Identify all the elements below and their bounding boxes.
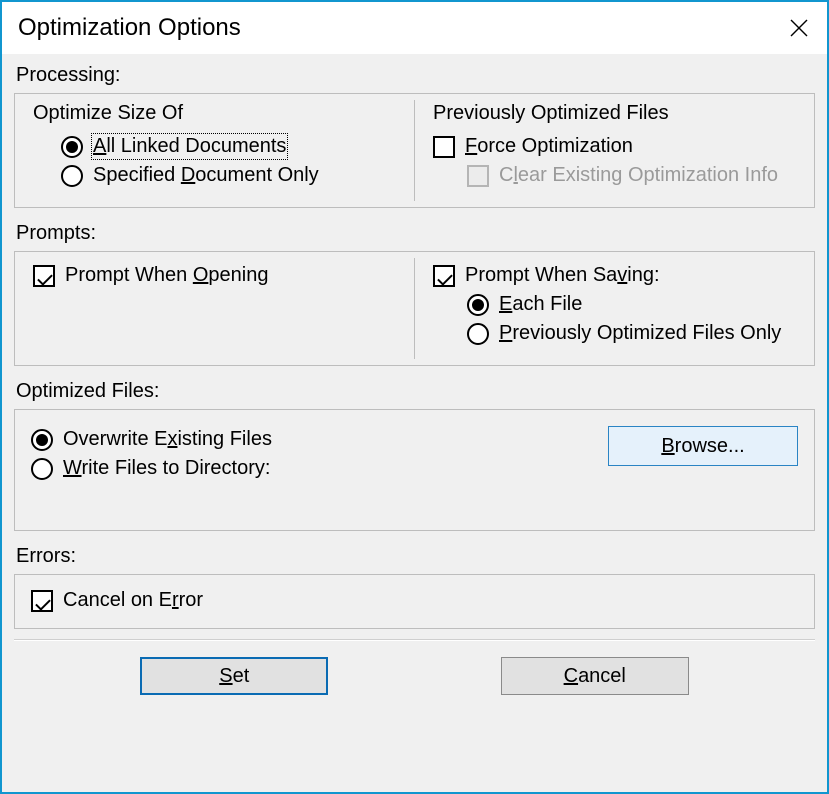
- previously-optimized-title: Previously Optimized Files: [433, 102, 802, 125]
- check-prompt-opening-label: Prompt When Opening: [65, 264, 268, 287]
- check-cancel-on-error-label: Cancel on Error: [63, 589, 203, 612]
- checkbox-icon: [31, 590, 53, 612]
- radio-overwrite-existing[interactable]: Overwrite Existing Files: [31, 428, 608, 451]
- prompts-panel: Prompt When Opening Prompt When Saving: …: [14, 251, 815, 366]
- browse-button[interactable]: Browse...: [608, 426, 798, 466]
- radio-icon: [61, 136, 83, 158]
- radio-each-file-label: Each File: [499, 293, 582, 316]
- optimized-files-panel: Overwrite Existing Files Write Files to …: [14, 409, 815, 531]
- check-force-optimization[interactable]: Force Optimization: [433, 135, 802, 158]
- processing-label: Processing:: [16, 64, 815, 87]
- files-options: Overwrite Existing Files Write Files to …: [31, 424, 608, 486]
- radio-icon: [31, 429, 53, 451]
- checkbox-icon: [433, 136, 455, 158]
- close-icon: [789, 18, 809, 38]
- errors-panel: Cancel on Error: [14, 574, 815, 629]
- set-button[interactable]: Set: [140, 657, 328, 695]
- check-prompt-saving[interactable]: Prompt When Saving:: [433, 264, 802, 287]
- optimization-options-dialog: Optimization Options Processing: Optimiz…: [0, 0, 829, 794]
- radio-all-linked[interactable]: All Linked Documents: [61, 135, 402, 158]
- processing-panel: Optimize Size Of All Linked Documents Sp…: [14, 93, 815, 208]
- radio-icon: [31, 458, 53, 480]
- check-cancel-on-error[interactable]: Cancel on Error: [31, 589, 798, 612]
- check-force-label: Force Optimization: [465, 135, 633, 158]
- previously-optimized-group: Previously Optimized Files Force Optimiz…: [415, 94, 814, 207]
- errors-label: Errors:: [16, 545, 815, 568]
- check-clear-existing: Clear Existing Optimization Info: [467, 164, 802, 187]
- optimize-size-group: Optimize Size Of All Linked Documents Sp…: [15, 94, 414, 207]
- prompt-open-group: Prompt When Opening: [15, 252, 414, 365]
- radio-write-dir-label: Write Files to Directory:: [63, 457, 270, 480]
- radio-icon: [467, 294, 489, 316]
- radio-prev-optimized-only[interactable]: Previously Optimized Files Only: [467, 322, 802, 345]
- dialog-buttons: Set Cancel: [14, 657, 815, 695]
- check-clear-label: Clear Existing Optimization Info: [499, 164, 778, 187]
- checkbox-icon: [433, 265, 455, 287]
- radio-icon: [61, 165, 83, 187]
- radio-all-linked-label: All Linked Documents: [93, 135, 286, 158]
- optimized-files-label: Optimized Files:: [16, 380, 815, 403]
- checkbox-icon: [33, 265, 55, 287]
- prompts-label: Prompts:: [16, 222, 815, 245]
- titlebar: Optimization Options: [2, 2, 827, 54]
- radio-prev-optimized-label: Previously Optimized Files Only: [499, 322, 781, 345]
- browse-button-label: Browse...: [661, 435, 744, 458]
- checkbox-icon: [467, 165, 489, 187]
- radio-write-to-directory[interactable]: Write Files to Directory:: [31, 457, 608, 480]
- radio-specified-doc-label: Specified Document Only: [93, 164, 319, 187]
- optimize-size-title: Optimize Size Of: [33, 102, 402, 125]
- check-prompt-saving-label: Prompt When Saving:: [465, 264, 660, 287]
- cancel-button[interactable]: Cancel: [501, 657, 689, 695]
- radio-specified-doc[interactable]: Specified Document Only: [61, 164, 402, 187]
- close-button[interactable]: [785, 14, 813, 42]
- dialog-body: Processing: Optimize Size Of All Linked …: [2, 54, 827, 792]
- radio-each-file[interactable]: Each File: [467, 293, 802, 316]
- cancel-button-label: Cancel: [564, 665, 626, 688]
- radio-overwrite-label: Overwrite Existing Files: [63, 428, 272, 451]
- radio-icon: [467, 323, 489, 345]
- prompt-save-group: Prompt When Saving: Each File Previously…: [415, 252, 814, 365]
- set-button-label: Set: [219, 665, 249, 688]
- separator: [14, 639, 815, 641]
- dialog-title: Optimization Options: [18, 14, 241, 42]
- check-prompt-opening[interactable]: Prompt When Opening: [33, 264, 402, 287]
